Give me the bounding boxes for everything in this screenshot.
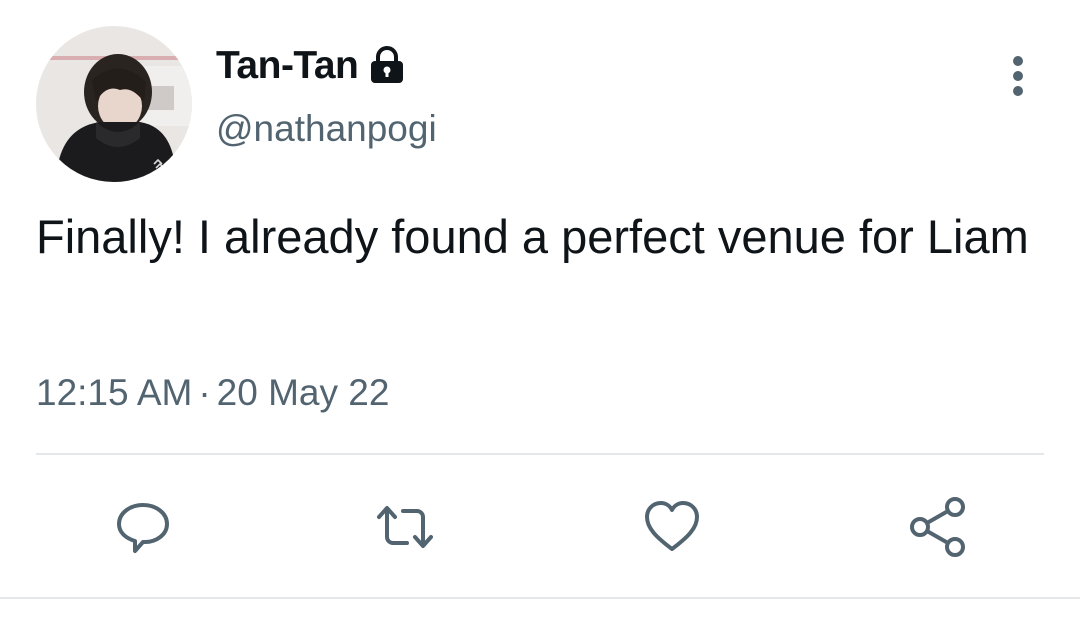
retweet-icon bbox=[377, 506, 433, 548]
share-icon bbox=[910, 497, 965, 557]
lock-icon bbox=[368, 46, 406, 86]
profile-photo-icon bbox=[36, 26, 192, 182]
bottom-divider bbox=[0, 597, 1080, 599]
display-name-row[interactable]: Tan-Tan bbox=[216, 40, 406, 92]
more-vertical-icon bbox=[1013, 56, 1023, 96]
divider bbox=[36, 453, 1044, 455]
like-button[interactable] bbox=[640, 495, 704, 559]
reply-icon bbox=[117, 503, 169, 553]
tweet-time[interactable]: 12:15 AM bbox=[36, 372, 192, 413]
heart-icon bbox=[645, 501, 699, 551]
display-name[interactable]: Tan-Tan bbox=[216, 44, 359, 88]
user-handle[interactable]: @nathanpogi bbox=[216, 108, 437, 150]
tweet-meta: 12:15 AM · 20 May 22 bbox=[36, 372, 389, 414]
reply-button[interactable] bbox=[111, 495, 175, 559]
meta-separator: · bbox=[198, 372, 211, 413]
avatar[interactable] bbox=[36, 26, 192, 182]
share-button[interactable] bbox=[907, 495, 971, 559]
tweet-date[interactable]: 20 May 22 bbox=[217, 372, 390, 413]
more-options-button[interactable] bbox=[1000, 52, 1036, 100]
action-bar bbox=[0, 495, 1080, 559]
retweet-button[interactable] bbox=[373, 495, 437, 559]
tweet-text: Finally! I already found a perfect venue… bbox=[36, 210, 1029, 263]
tweet-card: Tan-Tan @nathanpogi Finally! I already f… bbox=[0, 0, 1080, 618]
